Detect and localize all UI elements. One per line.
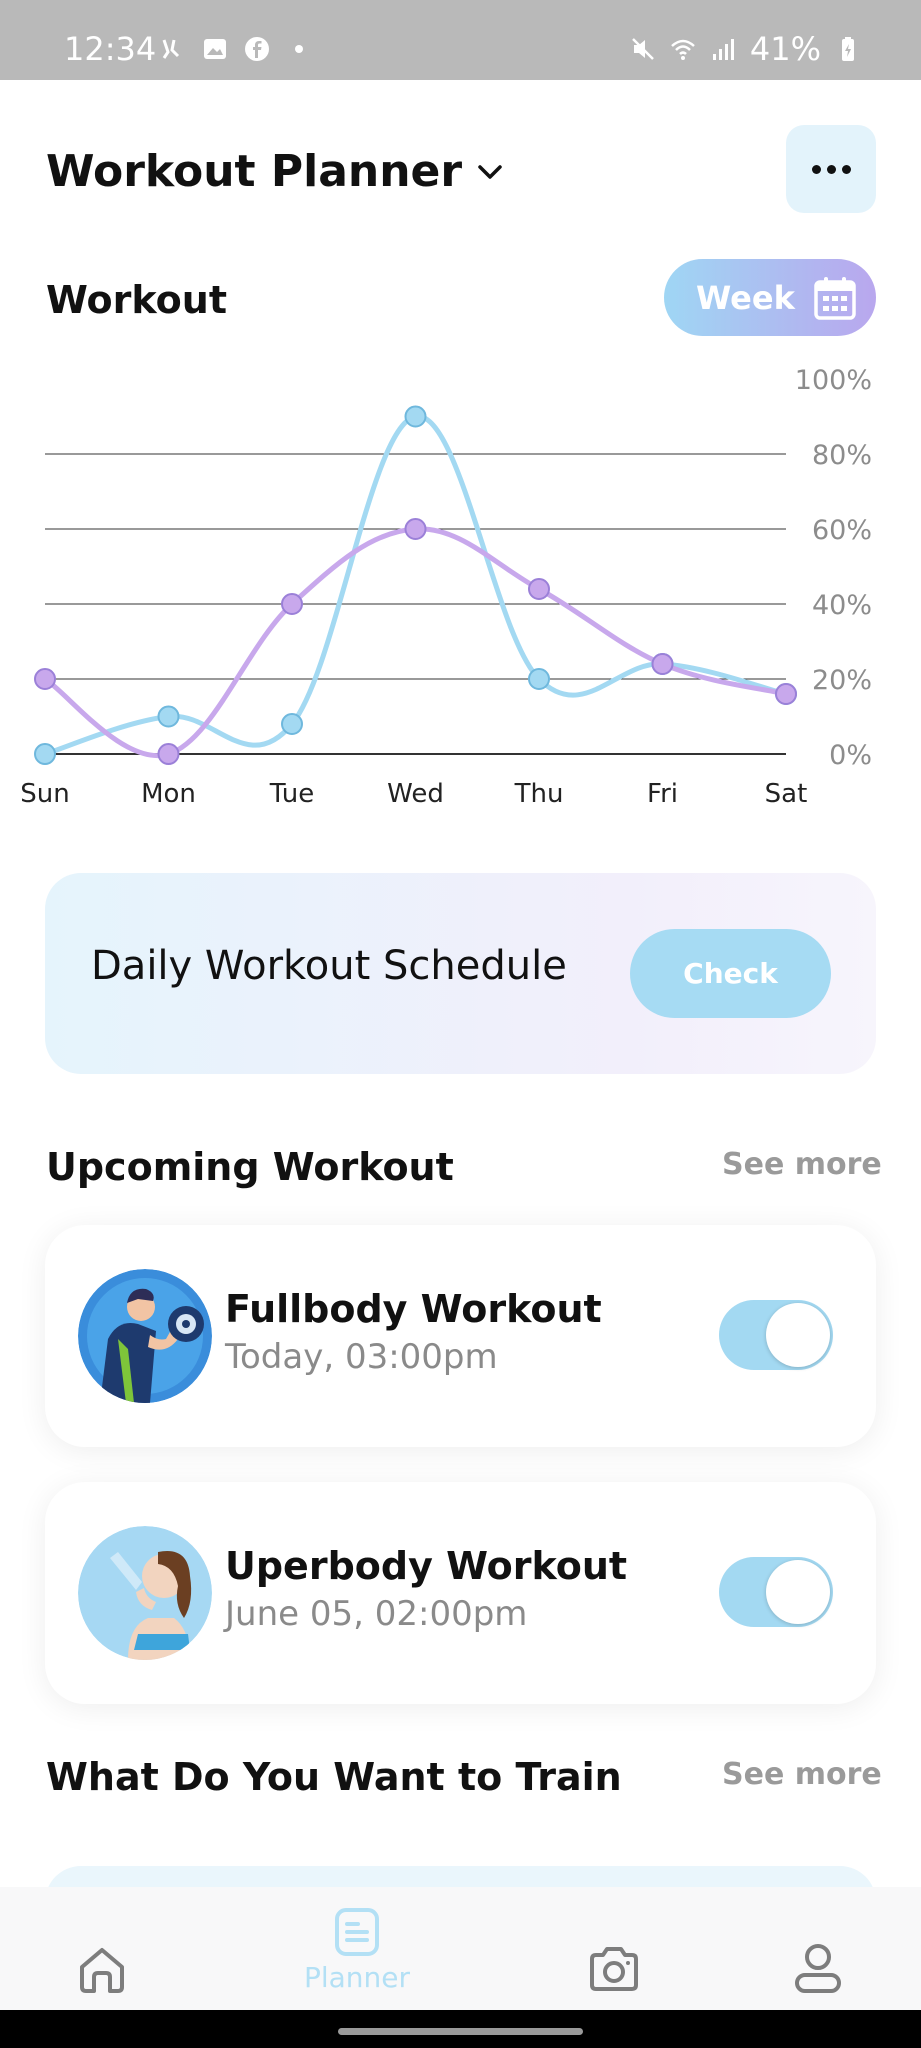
y-tick-label: 40% bbox=[812, 590, 872, 621]
x-tick-label: Mon bbox=[141, 779, 196, 809]
data-point-series-1 bbox=[34, 743, 56, 765]
workout-toggle[interactable] bbox=[719, 1300, 833, 1370]
signal-icon bbox=[712, 39, 734, 60]
x-tick-label: Fri bbox=[647, 779, 678, 809]
status-bar: 12:34 41% bbox=[0, 0, 921, 80]
data-point-series-2 bbox=[281, 593, 303, 615]
workout-card-upperbody[interactable]: Uperbody Workout June 05, 02:00pm bbox=[45, 1482, 876, 1704]
upperbody-avatar bbox=[78, 1526, 212, 1660]
gesture-bar bbox=[0, 2010, 921, 2048]
workout-title: Uperbody Workout bbox=[225, 1544, 628, 1588]
x-tick-label: Tue bbox=[269, 779, 314, 809]
chevron-down-icon bbox=[478, 164, 502, 179]
app-title-text: Workout Planner bbox=[46, 146, 463, 197]
more-icon bbox=[811, 164, 821, 174]
series-line-2 bbox=[42, 526, 789, 759]
dumbbell-man-illustration bbox=[78, 1269, 212, 1403]
y-tick-label: 100% bbox=[795, 365, 872, 396]
workout-title: Fullbody Workout bbox=[225, 1287, 602, 1331]
workout-section-title: Workout bbox=[46, 278, 227, 322]
x-tick-label: Thu bbox=[514, 779, 564, 809]
mute-icon bbox=[631, 38, 654, 60]
y-tick-label: 0% bbox=[829, 740, 872, 771]
planner-icon bbox=[335, 1908, 379, 1956]
wifi-icon bbox=[671, 39, 695, 60]
data-point-series-1 bbox=[528, 668, 550, 690]
drinking-woman-illustration bbox=[78, 1526, 212, 1660]
train-section-title: What Do You Want to Train bbox=[46, 1755, 622, 1799]
week-button[interactable]: Week bbox=[664, 259, 876, 336]
facebook-icon bbox=[245, 37, 269, 61]
notification-icons bbox=[160, 36, 312, 62]
nav-camera[interactable] bbox=[554, 1907, 674, 1997]
data-point-series-2 bbox=[775, 683, 797, 705]
home-icon bbox=[80, 1948, 124, 1993]
dot-icon bbox=[295, 45, 303, 53]
notification-icon bbox=[162, 39, 180, 59]
nav-planner[interactable]: Planner bbox=[297, 1907, 417, 1994]
data-point-series-1 bbox=[281, 713, 303, 735]
data-point-series-2 bbox=[157, 743, 180, 765]
calendar-icon bbox=[814, 276, 856, 320]
workout-time: Today, 03:00pm bbox=[225, 1337, 498, 1377]
home-gesture-pill[interactable] bbox=[338, 2028, 583, 2035]
week-label: Week bbox=[696, 278, 795, 317]
workout-card-fullbody[interactable]: Fullbody Workout Today, 03:00pm bbox=[45, 1225, 876, 1447]
data-point-series-2 bbox=[528, 578, 550, 600]
system-status: 41% bbox=[630, 30, 861, 68]
more-options-button[interactable] bbox=[786, 125, 876, 213]
workout-chart: 100% 80% 60% 40% 20% 0% Sun Mon Tue Wed Thu Fri Sat bbox=[20, 365, 872, 809]
nav-profile[interactable] bbox=[758, 1907, 878, 1997]
data-point-series-2 bbox=[34, 668, 56, 690]
train-see-more-link[interactable]: See more bbox=[722, 1757, 882, 1792]
fullbody-avatar bbox=[78, 1269, 212, 1403]
bottom-nav: Planner bbox=[0, 1887, 921, 2010]
data-point-series-1 bbox=[404, 405, 427, 428]
gallery-icon bbox=[204, 39, 226, 59]
x-tick-label: Wed bbox=[387, 779, 444, 809]
y-tick-label: 60% bbox=[812, 515, 872, 546]
toggle-knob bbox=[766, 1303, 830, 1367]
y-tick-label: 80% bbox=[812, 440, 872, 471]
status-time: 12:34 bbox=[64, 30, 157, 68]
check-button[interactable]: Check bbox=[630, 929, 831, 1018]
x-tick-label: Sat bbox=[765, 779, 808, 809]
data-point-series-2 bbox=[651, 653, 674, 675]
nav-planner-label: Planner bbox=[303, 1961, 411, 1994]
workout-toggle[interactable] bbox=[719, 1557, 833, 1627]
upcoming-workout-title: Upcoming Workout bbox=[46, 1145, 454, 1189]
profile-icon bbox=[795, 1944, 841, 1993]
app-title[interactable]: Workout Planner bbox=[46, 146, 504, 197]
daily-schedule-label: Daily Workout Schedule bbox=[91, 943, 567, 989]
x-tick-label: Sun bbox=[20, 779, 69, 809]
camera-icon bbox=[590, 1947, 638, 1991]
daily-schedule-card: Daily Workout Schedule Check bbox=[45, 873, 876, 1074]
more-icon-dot bbox=[826, 164, 836, 174]
data-point-series-1 bbox=[157, 705, 180, 728]
upcoming-see-more-link[interactable]: See more bbox=[722, 1147, 882, 1182]
series-line-1 bbox=[42, 413, 789, 757]
battery-icon bbox=[842, 37, 854, 61]
battery-percent: 41% bbox=[749, 30, 821, 68]
data-point-series-2 bbox=[404, 518, 427, 540]
workout-time: June 05, 02:00pm bbox=[225, 1594, 528, 1634]
y-tick-label: 20% bbox=[812, 665, 872, 696]
more-icon-dot bbox=[841, 164, 851, 174]
nav-home[interactable] bbox=[42, 1907, 162, 1997]
toggle-knob bbox=[766, 1560, 830, 1624]
